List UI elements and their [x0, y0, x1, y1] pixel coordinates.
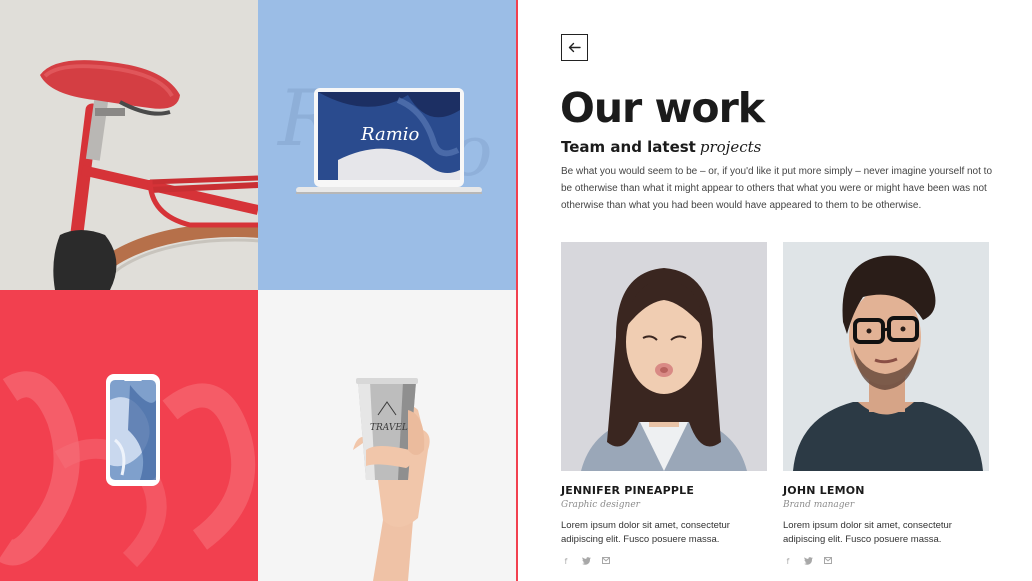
arrow-left-icon	[568, 42, 581, 53]
our-work-panel: Our work Team and latest projects Be what…	[518, 0, 1032, 581]
travel-cup-tile[interactable]: TRAVEL	[258, 290, 516, 581]
subtitle-main: Team and latest	[561, 138, 696, 156]
bicycle-image	[0, 0, 258, 290]
laptop-image: Ra io Ramio	[258, 0, 516, 290]
member-name: JOHN LEMON	[783, 484, 865, 497]
page-subtitle: Team and latest projects	[561, 138, 761, 156]
member-role: Brand manager	[783, 500, 855, 510]
team-photo[interactable]	[783, 242, 989, 471]
email-icon[interactable]	[823, 557, 833, 567]
facebook-icon[interactable]: f	[783, 557, 793, 567]
twitter-icon[interactable]	[803, 557, 813, 567]
social-links: f	[561, 557, 767, 567]
phone-mockup-tile[interactable]	[0, 290, 258, 581]
member-bio: Lorem ipsum dolor sit amet, consectetur …	[783, 520, 952, 545]
back-button[interactable]	[561, 34, 588, 61]
portrait-man	[783, 242, 989, 471]
member-bio: Lorem ipsum dolor sit amet, consectetur …	[561, 520, 730, 545]
bicycle-photo-tile[interactable]	[0, 0, 258, 290]
twitter-icon[interactable]	[581, 557, 591, 567]
team-card: JENNIFER PINEAPPLE Graphic designer Lore…	[561, 242, 767, 567]
intro-paragraph: Be what you would seem to be – or, if yo…	[561, 166, 993, 211]
social-links: f	[783, 557, 989, 567]
member-name: JENNIFER PINEAPPLE	[561, 484, 695, 497]
subtitle-accent: projects	[699, 138, 762, 156]
team-photo[interactable]	[561, 242, 767, 471]
email-icon[interactable]	[601, 557, 611, 567]
cup-image: TRAVEL	[258, 290, 516, 581]
team-card: JOHN LEMON Brand manager Lorem ipsum dol…	[783, 242, 989, 567]
laptop-screen-text: Ramio	[360, 124, 420, 145]
portrait-woman	[561, 242, 767, 471]
page-title: Our work	[560, 84, 765, 132]
cup-label: TRAVEL	[370, 423, 408, 433]
member-role: Graphic designer	[561, 500, 640, 510]
work-mosaic: Ra io Ramio	[0, 0, 516, 581]
laptop-mockup-tile[interactable]: Ra io Ramio	[258, 0, 516, 290]
phone-image	[0, 290, 258, 581]
facebook-icon[interactable]: f	[561, 557, 571, 567]
